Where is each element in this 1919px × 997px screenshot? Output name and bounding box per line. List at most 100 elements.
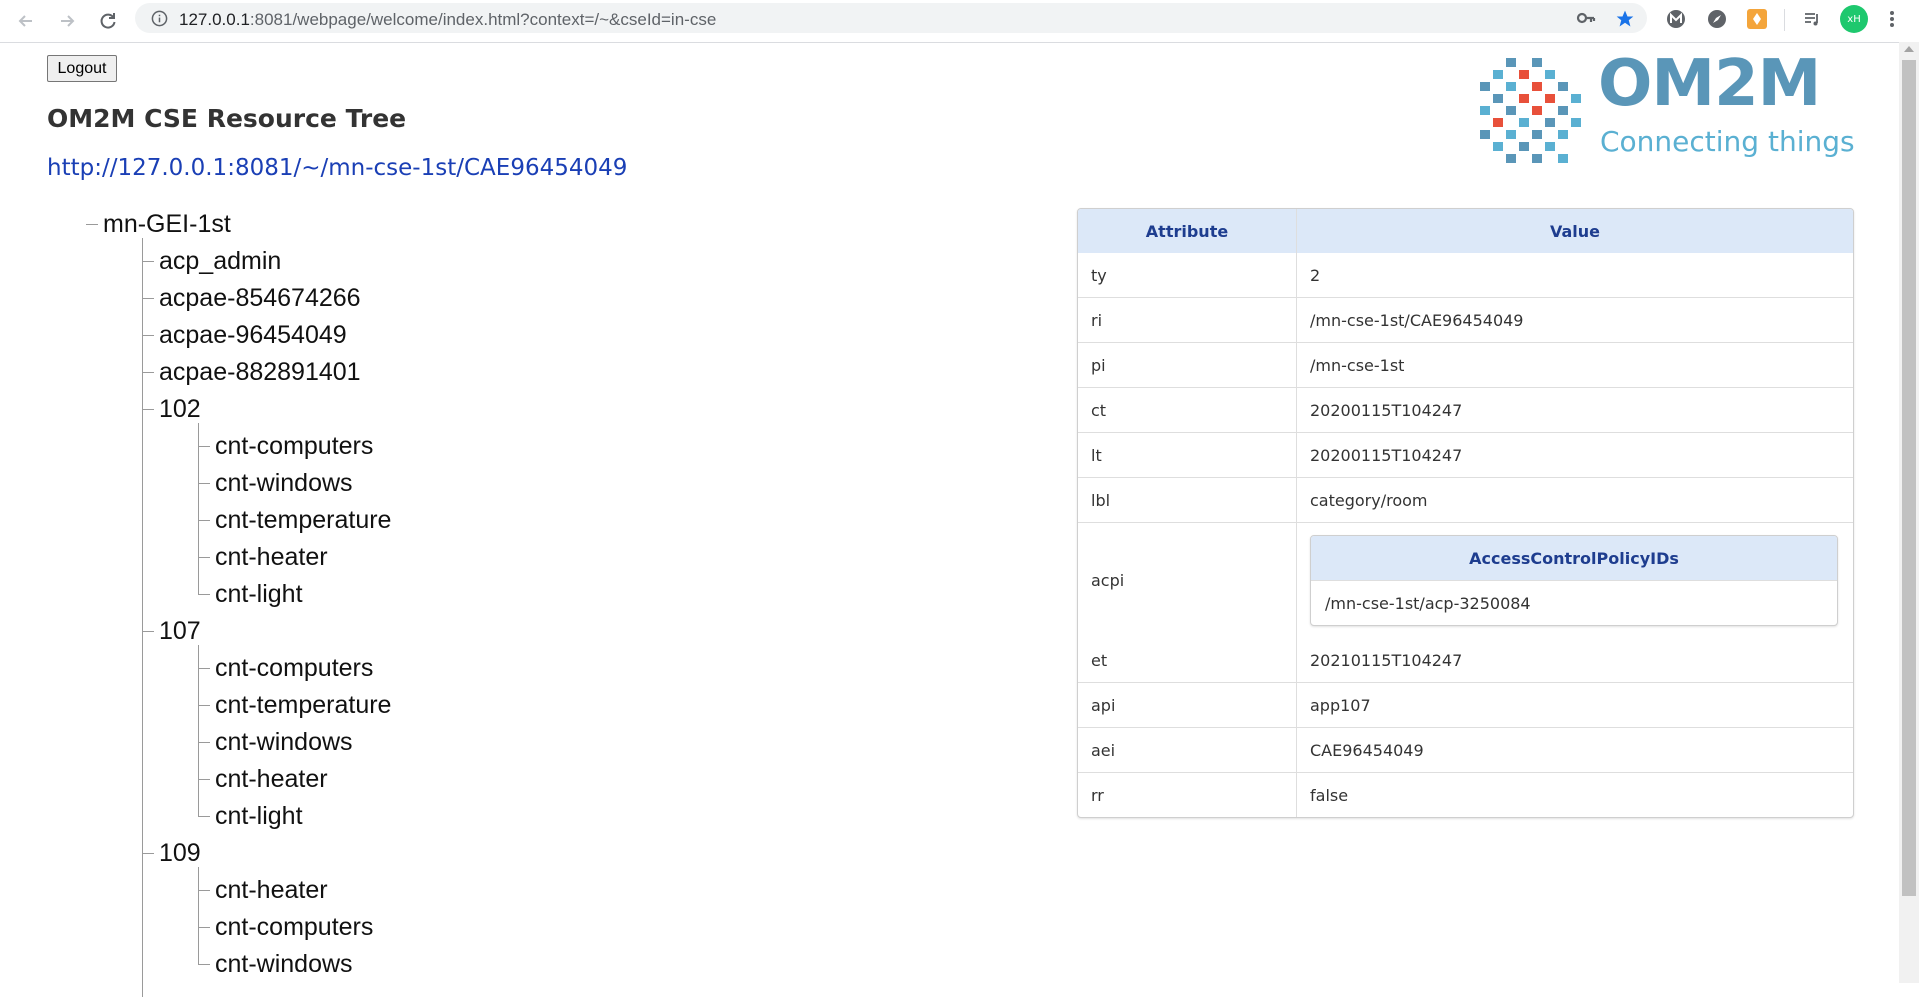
tree-connector <box>142 238 143 997</box>
attribute-value: /mn-cse-1st <box>1310 355 1405 375</box>
tree-node[interactable]: cnt-light <box>215 579 303 609</box>
tree-node[interactable]: cnt-windows <box>215 949 353 979</box>
attribute-value: /mn-cse-1st/CAE96454049 <box>1310 310 1524 330</box>
tree-connector <box>198 964 210 965</box>
logo-block <box>1493 118 1503 127</box>
url-host: 127.0.0.1 <box>179 10 250 29</box>
address-bar[interactable]: 127.0.0.1:8081/webpage/welcome/index.htm… <box>135 3 1647 33</box>
attribute-value: 2 <box>1310 265 1321 285</box>
tree-node[interactable]: cnt-heater <box>215 875 328 905</box>
logo-tagline: Connecting things <box>1600 125 1855 158</box>
attribute-name: api <box>1078 683 1297 727</box>
logo-block <box>1545 94 1555 103</box>
tree-node[interactable]: cnt-heater <box>215 542 328 572</box>
tree-node[interactable]: acpae-854674266 <box>159 283 361 313</box>
attribute-value: 20200115T104247 <box>1310 400 1463 420</box>
tree-connector <box>198 594 210 595</box>
scroll-thumb[interactable] <box>1902 60 1916 896</box>
key-icon[interactable] <box>1576 9 1596 31</box>
extension-orange-icon[interactable] <box>1745 7 1769 31</box>
toolbar-divider <box>1784 9 1785 31</box>
url-path: :8081/webpage/welcome/index.html?context… <box>249 10 717 29</box>
attribute-value: app107 <box>1310 695 1371 715</box>
logout-button[interactable]: Logout <box>47 55 117 82</box>
page-scrollbar[interactable] <box>1899 42 1919 983</box>
tree-node[interactable]: cnt-computers <box>215 653 373 683</box>
attribute-header: Attribute <box>1078 209 1297 253</box>
resource-url-link[interactable]: http://127.0.0.1:8081/~/mn-cse-1st/CAE96… <box>47 155 627 181</box>
tree-node[interactable]: cnt-computers <box>215 912 373 942</box>
tree-node[interactable]: cnt-computers <box>215 431 373 461</box>
tree-node[interactable]: 102 <box>159 394 201 424</box>
attribute-name: et <box>1078 638 1297 682</box>
logo-block <box>1558 106 1568 115</box>
tree-connector <box>198 867 199 964</box>
media-queue-icon[interactable] <box>1800 7 1824 31</box>
tree-connector <box>198 483 210 484</box>
acpi-table: AccessControlPolicyIDs /mn-cse-1st/acp-3… <box>1310 535 1838 626</box>
tree-connector <box>198 779 210 780</box>
tree-node[interactable]: cnt-light <box>215 801 303 831</box>
attribute-value: AccessControlPolicyIDs /mn-cse-1st/acp-3… <box>1297 523 1853 638</box>
attribute-name: lt <box>1078 433 1297 477</box>
table-row-et: et 20210115T104247 <box>1078 638 1853 682</box>
scroll-up-arrow[interactable] <box>1904 46 1914 52</box>
tree-connector <box>142 261 154 262</box>
tree-node[interactable]: acpae-96454049 <box>159 320 347 350</box>
profile-avatar[interactable]: xH <box>1840 5 1868 33</box>
logo-block <box>1545 118 1555 127</box>
tree-node[interactable]: 109 <box>159 838 201 868</box>
logo-block <box>1571 118 1581 127</box>
table-row-ty: ty 2 <box>1078 253 1853 297</box>
logo-block <box>1558 130 1568 139</box>
attribute-rows: ty 2 ri/mn-cse-1st/CAE96454049 pi/mn-cse-1s… <box>1078 253 1853 522</box>
logo-block <box>1558 82 1568 91</box>
forward-icon[interactable] <box>53 8 81 34</box>
tree-connector <box>198 446 210 447</box>
tree-connector <box>198 423 199 594</box>
logo-block <box>1493 94 1503 103</box>
logo-block <box>1558 154 1568 163</box>
extension-m-icon[interactable] <box>1664 7 1688 31</box>
tree-node[interactable]: acp_admin <box>159 246 281 276</box>
table-row-pi: pi/mn-cse-1st <box>1078 342 1853 387</box>
tree-node[interactable]: 107 <box>159 616 201 646</box>
extension-compass-icon[interactable] <box>1705 7 1729 31</box>
tree-node[interactable]: cnt-heater <box>215 764 328 794</box>
tree-node[interactable]: cnt-windows <box>215 468 353 498</box>
tree-node[interactable]: acpae-882891401 <box>159 357 361 387</box>
logo-block <box>1493 70 1503 79</box>
attribute-name: pi <box>1078 343 1297 387</box>
logo-block <box>1519 70 1529 79</box>
attribute-value: 20210115T104247 <box>1310 650 1463 670</box>
tree-node[interactable]: cnt-temperature <box>215 690 391 720</box>
tree-node[interactable]: cnt-windows <box>215 727 353 757</box>
table-row-rr: rr false <box>1078 772 1853 817</box>
table-row-aei: aei CAE96454049 <box>1078 727 1853 772</box>
info-icon[interactable] <box>151 10 168 31</box>
tree-node[interactable]: cnt-temperature <box>215 505 391 535</box>
reload-icon[interactable] <box>94 8 122 34</box>
url-text[interactable]: 127.0.0.1:8081/webpage/welcome/index.htm… <box>179 10 716 30</box>
logo-block <box>1519 118 1529 127</box>
acpi-header: AccessControlPolicyIDs <box>1311 536 1837 581</box>
attribute-value: CAE96454049 <box>1310 740 1424 760</box>
acpi-value: /mn-cse-1st/acp-3250084 <box>1325 593 1531 613</box>
tree-connector <box>198 742 210 743</box>
attribute-name: ri <box>1078 298 1297 342</box>
attribute-rows-after: et 20210115T104247 api app107 aei CAE96454049… <box>1078 638 1853 817</box>
logo-block <box>1532 82 1542 91</box>
logo-block <box>1506 130 1516 139</box>
back-icon[interactable] <box>12 8 40 34</box>
tree-connector <box>142 631 154 632</box>
table-header: Attribute Value <box>1078 209 1853 253</box>
attribute-name: acpi <box>1078 523 1297 638</box>
logo-block <box>1480 130 1490 139</box>
logo-block <box>1532 154 1542 163</box>
tree-node[interactable]: mn-GEI-1st <box>103 209 231 239</box>
menu-dots-icon[interactable] <box>1880 7 1904 31</box>
logo-block <box>1480 82 1490 91</box>
tree-connector <box>198 705 210 706</box>
star-icon[interactable] <box>1615 9 1635 33</box>
tree-connector <box>198 816 210 817</box>
